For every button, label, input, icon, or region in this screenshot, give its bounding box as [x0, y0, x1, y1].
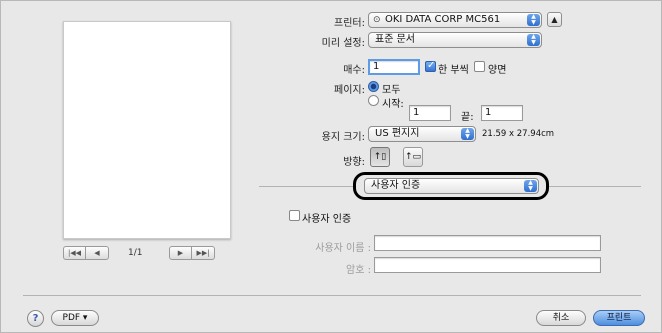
divider-left [259, 186, 355, 187]
page-indicator: 1/1 [128, 248, 143, 258]
next-page-button[interactable]: ▶ [170, 247, 192, 259]
page-preview [63, 21, 231, 239]
username-label: 사용자 이름 : [315, 243, 371, 254]
pager-back-group: |◀◀ ◀ [63, 246, 109, 260]
previous-page-button[interactable]: ◀ [86, 247, 108, 259]
collated-checkbox[interactable] [425, 60, 436, 72]
printer-popup[interactable]: ⊙ OKI DATA CORP MC561 ▲ ▼ [368, 12, 542, 28]
two-sided-label: 양면 [488, 65, 507, 76]
pdf-button[interactable]: PDF ▾ [51, 310, 99, 326]
section-popup-value: 사용자 인증 [371, 180, 421, 191]
pages-range-radio[interactable] [368, 95, 379, 106]
popup-arrows-icon: ▲ ▼ [527, 34, 540, 46]
copies-input[interactable]: 1 [368, 59, 420, 75]
two-sided-checkbox[interactable] [474, 61, 485, 72]
footer-divider [23, 295, 641, 296]
section-popup[interactable]: 사용자 인증 ▲ ▼ [364, 178, 539, 194]
password-input[interactable] [374, 257, 601, 273]
username-input[interactable] [374, 235, 601, 251]
popup-arrows-icon: ▲ ▼ [524, 180, 537, 192]
user-auth-label: 사용자 인증 [302, 214, 352, 225]
portrait-icon: ↑▯ [373, 152, 387, 162]
user-auth-checkbox[interactable] [289, 210, 300, 221]
disclosure-triangle-icon[interactable]: ▲ [547, 12, 562, 27]
presets-label: 미리 설정: [321, 38, 365, 49]
pages-range-label: 시작: [382, 99, 404, 110]
printer-label: 프린터: [334, 18, 365, 29]
cancel-button[interactable]: 취소 [536, 310, 586, 326]
paper-size-popup[interactable]: US 편지지 ▲ ▼ [368, 126, 476, 142]
divider-right [549, 186, 641, 187]
last-page-button[interactable]: ▶▶| [192, 247, 214, 259]
paper-dimensions: 21.59 x 27.94cm [482, 129, 555, 139]
landscape-icon: ↑▭ [404, 152, 422, 162]
password-label: 암호 : [346, 265, 371, 276]
printer-status-icon: ⊙ [373, 15, 381, 25]
portrait-orientation-button[interactable]: ↑▯ [370, 147, 390, 167]
orientation-label: 방향: [343, 157, 365, 168]
print-button[interactable]: 프린트 [593, 310, 645, 326]
copies-label: 매수: [343, 65, 365, 76]
page-to-label: 끝: [461, 112, 474, 123]
presets-popup[interactable]: 표준 문서 ▲ ▼ [368, 32, 542, 48]
pages-all-radio[interactable] [368, 81, 379, 92]
pager-forward-group: ▶ ▶▶| [169, 246, 215, 260]
pages-label: 페이지: [334, 85, 365, 96]
first-page-button[interactable]: |◀◀ [64, 247, 86, 259]
popup-arrows-icon: ▲ ▼ [527, 14, 540, 26]
print-dialog: |◀◀ ◀ 1/1 ▶ ▶▶| 프린터: ⊙ OKI DATA CORP MC5… [0, 0, 662, 333]
landscape-orientation-button[interactable]: ↑▭ [403, 147, 423, 167]
pages-all-label: 모두 [382, 85, 401, 96]
page-from-input[interactable]: 1 [409, 105, 451, 121]
popup-arrows-icon: ▲ ▼ [461, 128, 474, 140]
help-icon[interactable]: ? [27, 310, 44, 327]
printer-value: OKI DATA CORP MC561 [385, 14, 501, 25]
presets-value: 표준 문서 [375, 34, 415, 45]
collated-label: 한 부씩 [438, 65, 469, 76]
paper-size-value: US 편지지 [375, 128, 420, 139]
paper-size-label: 용지 크기: [321, 132, 365, 143]
page-to-input[interactable]: 1 [481, 105, 523, 121]
